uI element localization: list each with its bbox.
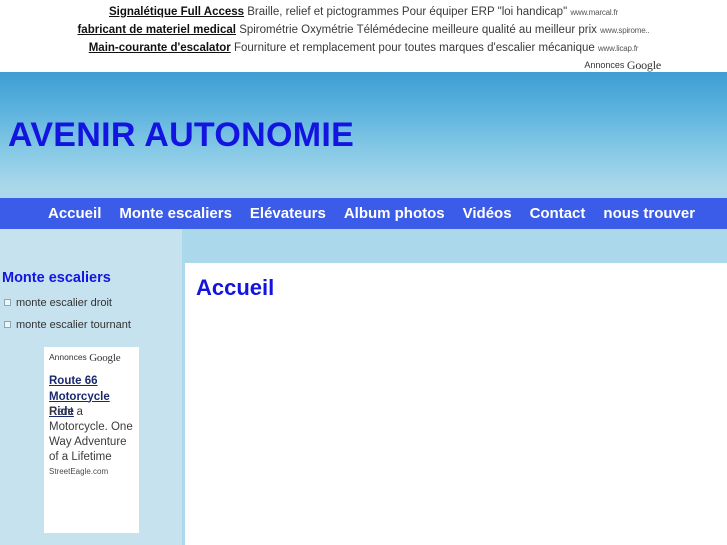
sidebar-ad-description: Rent a Motorcycle. One Way Adventure of … <box>49 406 133 463</box>
nav-item-contact[interactable]: Contact <box>530 198 586 229</box>
google-ads-attribution[interactable]: Annonces Google <box>584 58 661 73</box>
top-ad-title[interactable]: Main-courante d'escalator <box>89 42 231 54</box>
sidebar-adsense-box: Annonces Google Route 66 Motorcycle Ride… <box>44 347 139 533</box>
nav-item-nous-trouver[interactable]: nous trouver <box>603 198 695 229</box>
annonces-label: Annonces <box>584 60 625 70</box>
main-content-panel: Accueil <box>185 263 727 545</box>
nav-item-monte-escaliers[interactable]: Monte escaliers <box>119 198 232 229</box>
sidebar-ad-url[interactable]: StreetEagle.com <box>49 467 108 476</box>
site-title: AVENIR AUTONOMIE <box>8 116 355 154</box>
top-ad-description: Spirométrie Oxymétrie Télémédecine meill… <box>239 24 597 36</box>
top-ad-row: Signalétique Full Access Braille, relief… <box>0 6 727 19</box>
nav-item-videos[interactable]: Vidéos <box>463 198 512 229</box>
annonces-label: Annonces <box>49 352 87 362</box>
sidebar: Monte escaliers monte escalier droit mon… <box>0 229 182 545</box>
top-adsense-banner: Signalétique Full Access Braille, relief… <box>0 0 727 72</box>
page-body: Monte escaliers monte escalier droit mon… <box>0 229 727 545</box>
google-wordmark: Google <box>626 58 661 72</box>
nav-item-elevateurs[interactable]: Elévateurs <box>250 198 326 229</box>
sidebar-title: Monte escaliers <box>2 270 111 286</box>
sidebar-ad-attribution[interactable]: Annonces Google <box>49 352 121 364</box>
top-ad-row: fabricant de materiel medical Spirométri… <box>0 24 727 37</box>
sidebar-item-monte-escalier-droit[interactable]: monte escalier droit <box>16 297 112 309</box>
top-ad-row: Main-courante d'escalator Fourniture et … <box>0 42 727 55</box>
top-ad-description: Braille, relief et pictogrammes Pour équ… <box>247 6 568 18</box>
top-ad-url[interactable]: www.licap.fr <box>598 44 638 53</box>
top-ad-title[interactable]: fabricant de materiel medical <box>77 24 236 36</box>
sidebar-item-monte-escalier-tournant[interactable]: monte escalier tournant <box>16 319 131 331</box>
top-ad-url[interactable]: www.marcal.fr <box>570 8 618 17</box>
top-ad-url[interactable]: www.spirome.. <box>600 26 650 35</box>
page-title: Accueil <box>196 275 275 300</box>
top-ad-description: Fourniture et remplacement pour toutes m… <box>233 42 595 54</box>
bullet-square-icon <box>4 299 11 306</box>
main-navigation-bar: Accueil Monte escaliers Elévateurs Album… <box>0 198 727 229</box>
google-wordmark: Google <box>89 352 121 364</box>
nav-item-album-photos[interactable]: Album photos <box>344 198 445 229</box>
top-ad-title[interactable]: Signalétique Full Access <box>109 6 244 18</box>
site-header-banner: AVENIR AUTONOMIE <box>0 72 727 198</box>
bullet-square-icon <box>4 321 11 328</box>
nav-item-accueil[interactable]: Accueil <box>48 198 101 229</box>
nav-items-container: Accueil Monte escaliers Elévateurs Album… <box>48 198 695 229</box>
